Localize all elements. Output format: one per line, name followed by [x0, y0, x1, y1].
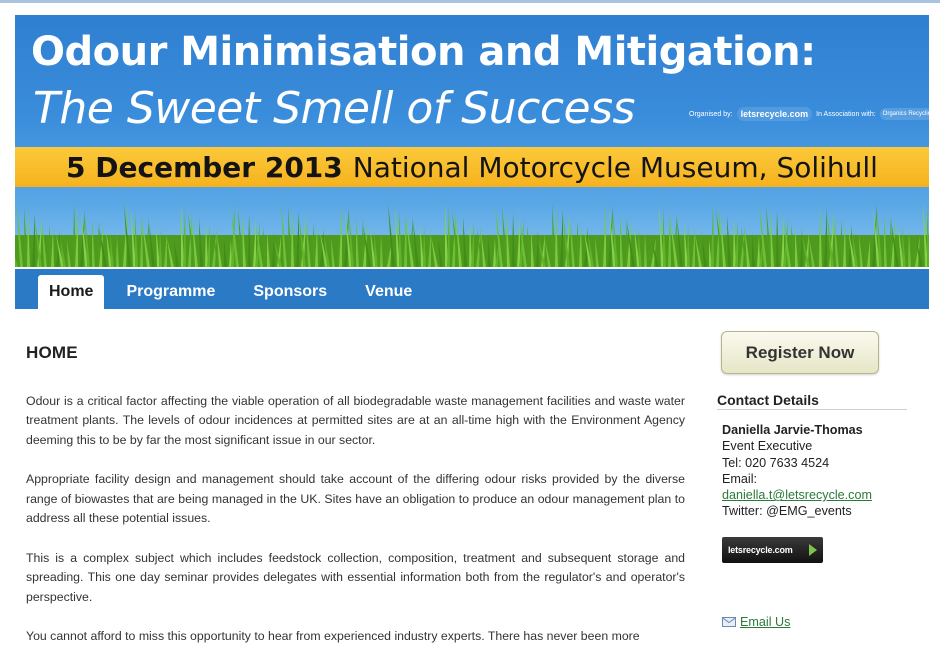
banner-subtitle: The Sweet Smell of Success	[33, 83, 635, 134]
main-nav: Home Programme Sponsors Venue	[15, 269, 929, 309]
tab-venue[interactable]: Venue	[349, 275, 428, 309]
event-banner: Odour Minimisation and Mitigation: The S…	[15, 15, 929, 267]
organics-recycling-group-logo: Organics Recycling Group	[879, 108, 929, 120]
date-venue-strip: 5 December 2013 National Motorcycle Muse…	[15, 147, 929, 187]
contact-twitter: Twitter: @EMG_events	[722, 504, 852, 519]
register-now-button[interactable]: Register Now	[721, 331, 879, 374]
arrow-right-icon	[809, 543, 817, 556]
intro-paragraph-3: This is a complex subject which includes…	[26, 550, 685, 604]
badge-text: letsrecycle.com	[728, 544, 793, 555]
contact-email-link[interactable]: daniella.t@letsrecycle.com	[722, 488, 872, 502]
page-title: HOME	[26, 343, 78, 362]
contact-details: Daniella Jarvie-Thomas Event Executive T…	[722, 422, 909, 520]
letsrecycle-logo: letsrecycle.com	[736, 107, 813, 121]
envelope-icon	[722, 616, 736, 627]
contact-name: Daniella Jarvie-Thomas	[722, 423, 863, 437]
main-content: HOME Odour is a critical factor affectin…	[26, 343, 685, 667]
email-us-row[interactable]: Email Us	[722, 615, 909, 629]
sidebar: Register Now Contact Details Daniella Ja…	[717, 331, 909, 629]
banner-title: Odour Minimisation and Mitigation:	[31, 29, 816, 75]
email-us-link[interactable]: Email Us	[740, 615, 790, 629]
event-date: 5 December 2013	[66, 150, 343, 184]
banner-organisers: Organised by: letsrecycle.com In Associa…	[689, 101, 929, 127]
intro-paragraph-4: You cannot afford to miss this opportuni…	[26, 629, 640, 643]
organised-by-label: Organised by:	[689, 110, 733, 118]
tab-sponsors[interactable]: Sponsors	[237, 275, 343, 309]
intro-paragraph-2: Appropriate facility design and manageme…	[26, 472, 685, 525]
tab-home[interactable]: Home	[38, 275, 105, 309]
intro-paragraph-1: Odour is a critical factor affecting the…	[26, 393, 685, 447]
letsrecycle-badge[interactable]: letsrecycle.com	[722, 536, 823, 563]
contact-role: Event Executive	[722, 439, 813, 454]
contact-heading: Contact Details	[717, 392, 907, 410]
grass-illustration	[15, 202, 929, 267]
in-association-label: In Association with:	[816, 110, 876, 118]
tab-programme[interactable]: Programme	[110, 275, 231, 309]
contact-tel: Tel: 020 7633 4524	[722, 455, 830, 470]
contact-email-label: Email:	[722, 471, 757, 486]
event-venue: National Motorcycle Museum, Solihull	[352, 150, 878, 184]
